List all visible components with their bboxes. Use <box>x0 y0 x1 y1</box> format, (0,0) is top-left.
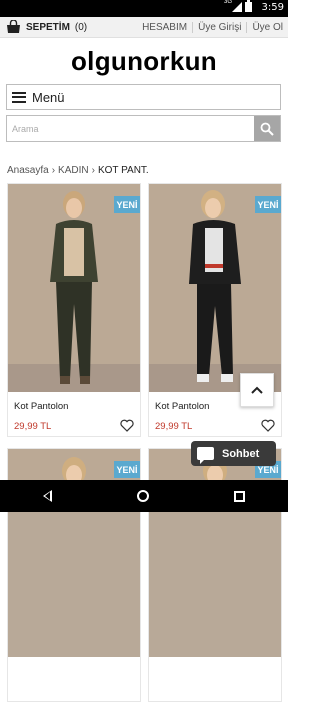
product-image[interactable] <box>149 184 281 392</box>
chevron-up-icon <box>251 386 263 394</box>
model-photo <box>149 184 281 392</box>
heart-icon[interactable] <box>120 419 134 432</box>
new-badge: YENİ <box>255 196 281 213</box>
hamburger-icon <box>12 91 26 103</box>
register-link[interactable]: Üye Ol <box>246 22 288 33</box>
cart-count: (0) <box>74 21 88 33</box>
home-icon[interactable] <box>136 490 149 502</box>
recent-apps-icon[interactable] <box>234 490 246 502</box>
breadcrumb-category[interactable]: KADIN <box>58 165 89 176</box>
scroll-top-button[interactable] <box>240 373 274 407</box>
top-bar: SEPETİM (0) HESABIM Üye Girişi Üye Ol <box>0 17 288 38</box>
breadcrumb-separator: › <box>91 165 95 176</box>
new-badge: YENİ <box>114 196 140 213</box>
search-icon <box>260 122 274 136</box>
status-bar: 3G 3:59 <box>0 0 288 17</box>
menu-button[interactable]: Menü <box>6 84 281 110</box>
search-button[interactable] <box>254 116 280 141</box>
search-bar <box>6 115 281 142</box>
search-input[interactable] <box>7 116 256 141</box>
product-card[interactable]: YENİ Kot Pantolon 29,99 TL <box>7 183 141 437</box>
status-icons: 3G <box>224 0 252 12</box>
cart-label: SEPETİM <box>26 21 70 33</box>
product-image[interactable] <box>8 184 140 392</box>
product-price: 29,99 TL <box>14 421 52 432</box>
breadcrumb-current: KOT PANT. <box>97 165 149 176</box>
network-type: 3G <box>224 0 233 5</box>
shopping-bag-icon <box>7 20 20 33</box>
new-badge: YENİ <box>114 461 140 478</box>
breadcrumb: Anasayfa › KADIN › KOT PANT. <box>7 165 149 176</box>
product-price: 29,99 TL <box>155 421 193 432</box>
my-account-link[interactable]: HESABIM <box>137 22 192 33</box>
menu-label: Menü <box>32 89 65 105</box>
cart-link[interactable]: SEPETİM (0) <box>6 20 87 34</box>
site-logo[interactable]: olgunorkun <box>0 46 288 77</box>
account-links: HESABIM Üye Girişi Üye Ol <box>137 22 288 33</box>
breadcrumb-home[interactable]: Anasayfa <box>7 165 49 176</box>
back-icon[interactable] <box>42 490 52 502</box>
clock: 3:59 <box>261 2 284 13</box>
chat-bubble-icon <box>197 447 214 464</box>
battery-icon <box>245 0 252 12</box>
login-link[interactable]: Üye Girişi <box>192 22 246 33</box>
system-nav-bar <box>0 480 288 512</box>
chat-label: Sohbet <box>222 447 260 460</box>
signal-icon: 3G <box>224 0 242 12</box>
breadcrumb-separator: › <box>51 165 56 176</box>
product-name[interactable]: Kot Pantolon <box>14 401 68 412</box>
heart-icon[interactable] <box>261 419 275 432</box>
product-name[interactable]: Kot Pantolon <box>155 401 209 412</box>
chat-button[interactable]: Sohbet <box>191 441 276 466</box>
model-photo <box>8 184 140 392</box>
